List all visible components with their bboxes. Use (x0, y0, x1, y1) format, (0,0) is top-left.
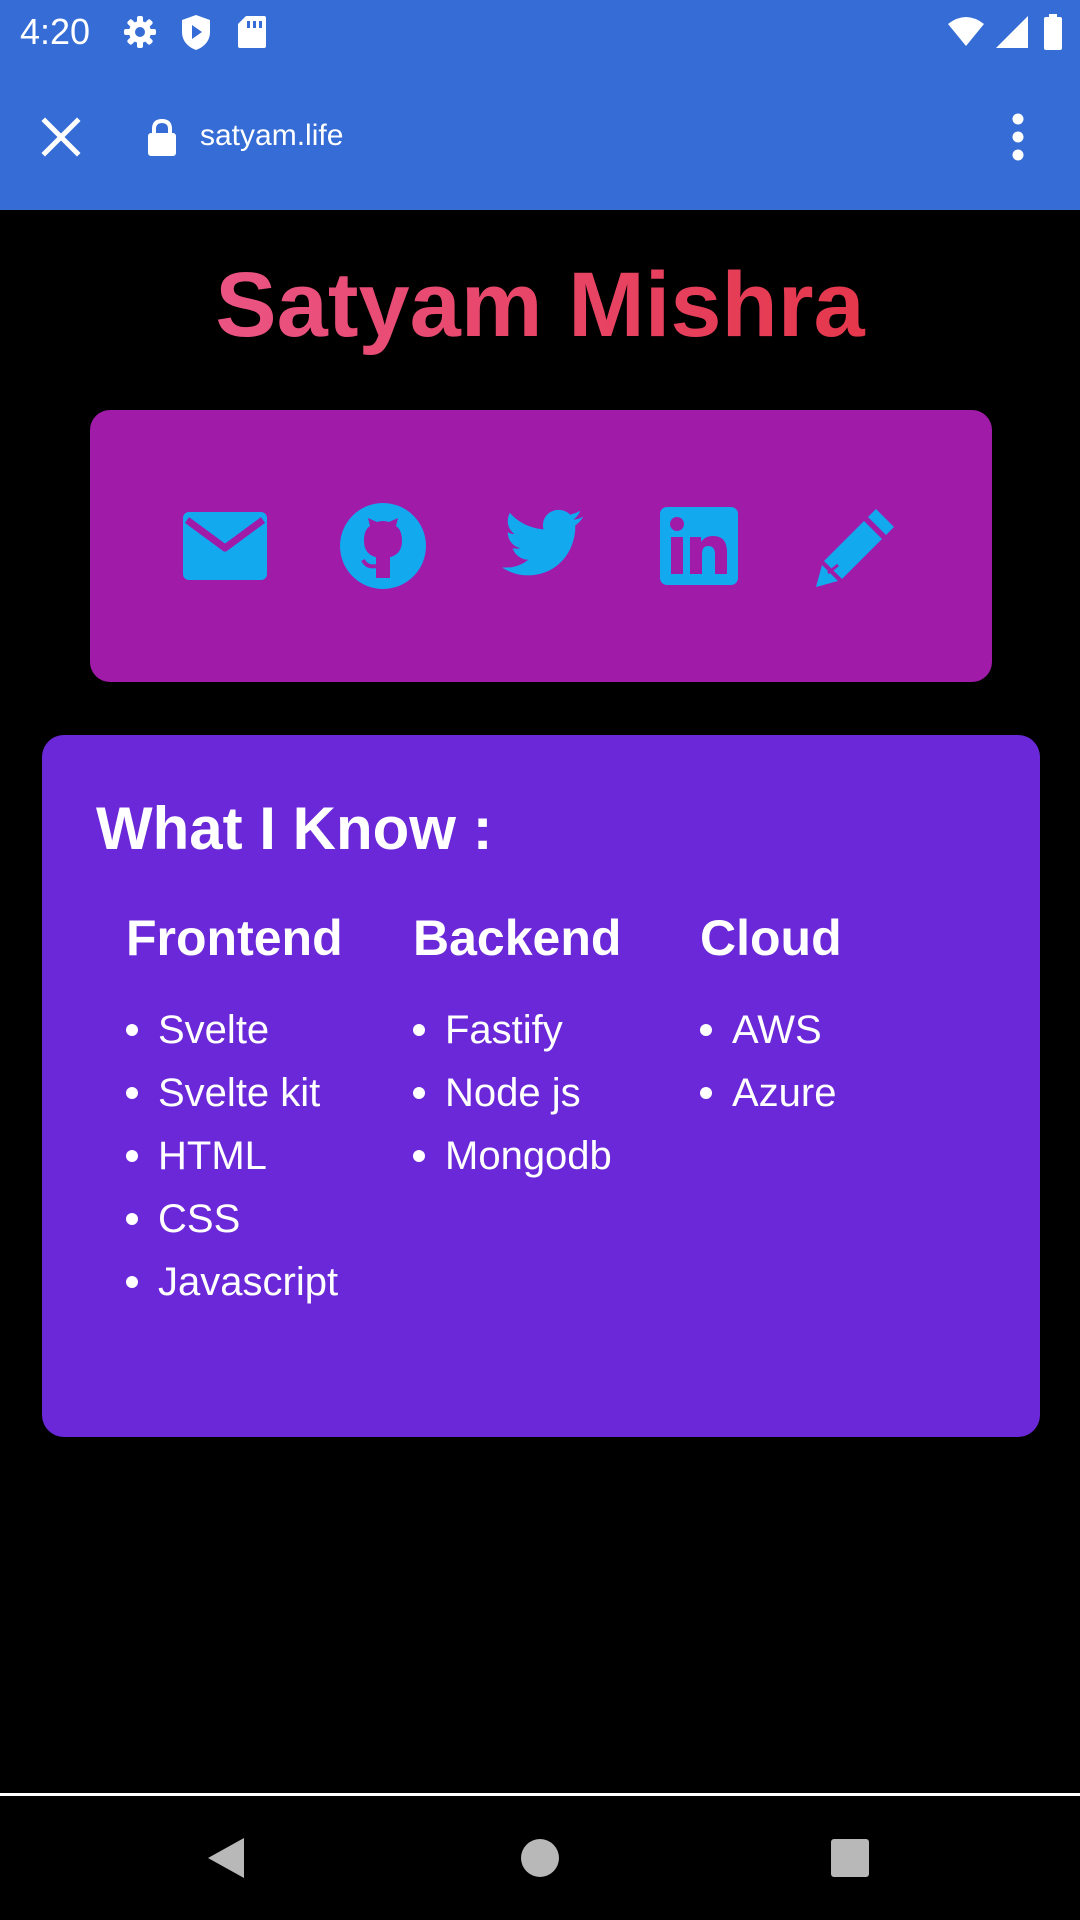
back-button[interactable] (194, 1826, 258, 1890)
skill-item: AWS (700, 999, 980, 1062)
skill-item: CSS (126, 1188, 406, 1251)
skill-column-title: Cloud (700, 910, 842, 966)
skill-list: Svelte Svelte kit HTML CSS Javascript (126, 999, 406, 1314)
url-text[interactable]: satyam.life (200, 116, 343, 156)
linkedin-link[interactable] (655, 502, 743, 590)
status-time: 4:20 (20, 11, 91, 52)
close-button[interactable] (30, 106, 92, 168)
browser-toolbar: satyam.life (0, 64, 1080, 210)
skill-column-backend: Backend Fastify Node js Mongodb (413, 907, 693, 1188)
skill-column-cloud: Cloud AWS Azure (700, 907, 980, 1125)
recents-icon (831, 1839, 869, 1877)
navigation-bar (0, 1796, 1080, 1920)
more-options-button[interactable] (990, 104, 1046, 170)
status-right-icons (946, 12, 1064, 52)
skill-item: Azure (700, 1062, 980, 1125)
skills-card: What I Know : Frontend Svelte Svelte kit… (42, 735, 1040, 1437)
skill-item: Mongodb (413, 1125, 693, 1188)
skill-item: Svelte (126, 999, 406, 1062)
status-bar: 4:20 (0, 0, 1080, 64)
play-protect-icon (178, 12, 214, 52)
skills-heading: What I Know : (96, 795, 493, 862)
skill-column-frontend: Frontend Svelte Svelte kit HTML CSS Java… (126, 907, 406, 1314)
twitter-icon (501, 509, 584, 576)
lock-icon (146, 118, 178, 158)
github-icon (340, 503, 426, 589)
settings-icon (122, 12, 158, 52)
recents-button[interactable] (818, 1826, 882, 1890)
skill-list: AWS Azure (700, 999, 980, 1125)
skill-item: Javascript (126, 1251, 406, 1314)
social-icons-row (90, 502, 992, 590)
sd-card-icon (234, 12, 270, 52)
battery-icon (1042, 12, 1064, 52)
skill-column-title: Backend (413, 910, 622, 966)
pencil-icon (816, 509, 894, 587)
mail-icon (183, 512, 267, 580)
skill-item: Fastify (413, 999, 693, 1062)
signal-icon (994, 12, 1030, 52)
email-link[interactable] (181, 502, 269, 590)
social-links-card (90, 410, 992, 682)
skill-item: HTML (126, 1125, 406, 1188)
skill-column-title: Frontend (126, 910, 343, 966)
skill-list: Fastify Node js Mongodb (413, 999, 693, 1188)
status-left-icons (122, 12, 270, 52)
linkedin-icon (660, 507, 738, 585)
page-title: Satyam Mishra (0, 250, 1080, 360)
close-icon (41, 117, 81, 157)
blog-link[interactable] (813, 502, 901, 590)
twitter-link[interactable] (497, 502, 585, 590)
skill-item: Node js (413, 1062, 693, 1125)
wifi-icon (946, 12, 984, 52)
github-link[interactable] (339, 502, 427, 590)
back-icon (208, 1838, 244, 1878)
home-icon (521, 1839, 559, 1877)
skill-item: Svelte kit (126, 1062, 406, 1125)
more-vert-icon (1012, 113, 1024, 161)
home-button[interactable] (508, 1826, 572, 1890)
